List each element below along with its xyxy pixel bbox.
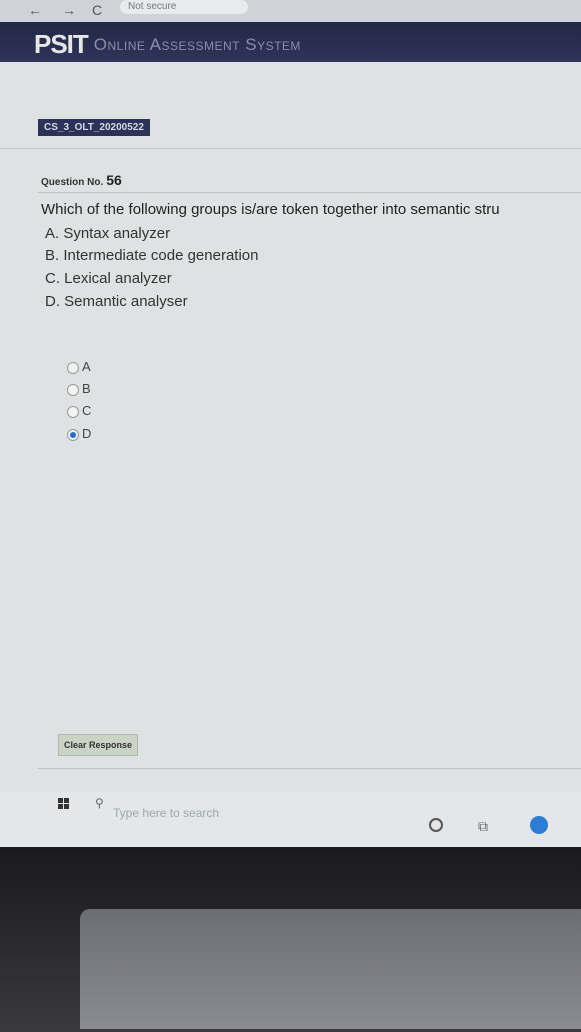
radio-c[interactable] (67, 405, 79, 418)
browser-toolbar: ← → C Not secure (0, 0, 581, 22)
windows-icon[interactable] (58, 798, 70, 810)
laptop-hinge (80, 909, 581, 1029)
question-number-label: Question No. 56 (41, 172, 122, 188)
forward-icon[interactable]: → (62, 1, 76, 19)
exam-page: CS_3_OLT_20200522 Question No. 56 Which o… (0, 62, 581, 792)
answer-option-c[interactable]: C (67, 403, 91, 418)
clear-response-button[interactable]: Clear Response (58, 734, 139, 756)
answer-label-b: B (82, 381, 91, 396)
answer-label-c: C (82, 403, 92, 418)
answer-label-a: A (82, 359, 91, 374)
radio-d[interactable] (67, 428, 79, 441)
search-icon[interactable]: ⚲ (95, 796, 104, 810)
address-bar[interactable]: Not secure (120, 0, 248, 14)
test-code-badge: CS_3_OLT_20200522 (38, 119, 150, 136)
answer-option-b[interactable]: B (67, 381, 91, 396)
cortana-icon[interactable] (429, 818, 443, 832)
radio-b[interactable] (67, 383, 79, 396)
option-text-d: D. Semantic analyser (45, 293, 188, 310)
radio-a[interactable] (67, 361, 79, 374)
question-panel: Which of the following groups is/are tok… (38, 192, 581, 310)
answer-label-d: D (82, 426, 92, 441)
brand-logo: PSIT Online Assessment System (34, 29, 301, 60)
site-header: PSIT Online Assessment System (0, 22, 581, 62)
task-view-icon[interactable]: ⧉ (478, 818, 488, 835)
option-text-b: B. Intermediate code generation (45, 247, 259, 264)
edge-icon[interactable] (530, 816, 548, 834)
option-text-a: A. Syntax analyzer (45, 225, 171, 242)
question-text: Which of the following groups is/are tok… (41, 201, 500, 218)
reload-icon[interactable]: C (92, 1, 102, 19)
brand-name: PSIT (34, 29, 89, 59)
question-label-text: Question No. (41, 177, 104, 188)
option-text-c: C. Lexical analyzer (45, 270, 172, 287)
laptop-bezel (0, 847, 581, 1032)
windows-taskbar: ⚲ Type here to search ⧉ (0, 792, 581, 847)
answer-option-a[interactable]: A (67, 359, 91, 374)
footer-divider (38, 768, 581, 769)
test-code-bar: CS_3_OLT_20200522 (0, 110, 581, 149)
answer-option-d[interactable]: D (67, 426, 91, 441)
brand-subtitle: Online Assessment System (93, 34, 301, 54)
back-icon[interactable]: ← (28, 1, 42, 19)
taskbar-search-input[interactable]: Type here to search (113, 806, 219, 820)
question-number: 56 (106, 172, 122, 188)
